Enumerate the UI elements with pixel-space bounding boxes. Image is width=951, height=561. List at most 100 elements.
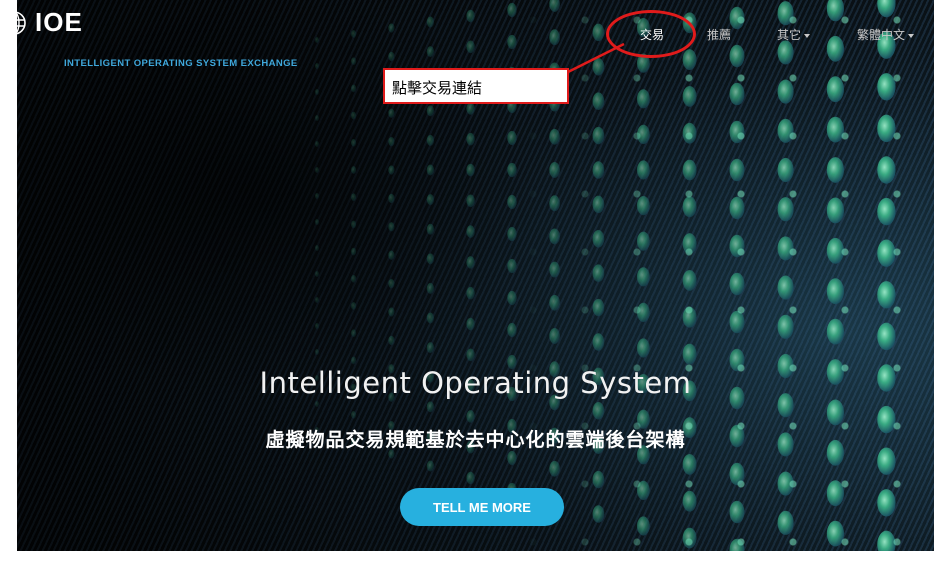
background-dot xyxy=(592,126,605,145)
background-dot xyxy=(877,489,896,517)
background-dot xyxy=(637,516,650,536)
background-dot xyxy=(351,84,357,93)
background-dot xyxy=(315,141,319,147)
background-dot xyxy=(315,63,319,69)
background-dot xyxy=(315,271,319,277)
background-dot xyxy=(777,236,794,261)
background-dot xyxy=(777,275,794,300)
background-dot xyxy=(351,302,357,310)
background-dot xyxy=(592,195,605,214)
background-dot xyxy=(777,471,794,496)
background-dot xyxy=(682,490,697,512)
background-dot xyxy=(877,530,896,551)
background-dot xyxy=(637,89,650,109)
background-dot xyxy=(426,253,435,265)
background-dot xyxy=(426,401,435,413)
background-dot xyxy=(729,196,745,220)
background-dot xyxy=(507,450,517,466)
background-dot xyxy=(466,410,475,423)
background-dot xyxy=(388,278,395,289)
background-dot xyxy=(426,342,435,354)
background-dot xyxy=(549,162,560,178)
background-dot xyxy=(388,193,395,204)
caret-down-icon xyxy=(804,33,811,38)
background-dot xyxy=(351,220,357,229)
background-dot xyxy=(315,297,319,303)
background-dot xyxy=(351,111,357,120)
nav-language-dropdown[interactable]: 繁體中文 xyxy=(857,26,915,43)
background-dot xyxy=(549,460,560,477)
background-dot xyxy=(507,290,517,306)
background-dot xyxy=(592,298,605,317)
background-dot xyxy=(507,162,517,178)
background-dot xyxy=(351,166,357,174)
background-dot xyxy=(388,307,395,317)
background-dot xyxy=(466,471,475,485)
background-dot xyxy=(388,136,395,147)
background-dot xyxy=(426,194,435,206)
background-dot xyxy=(877,239,896,267)
nav-recommend-link[interactable]: 推薦 xyxy=(707,26,731,43)
background-dot xyxy=(826,116,845,143)
background-dot xyxy=(426,460,435,472)
background-dot xyxy=(426,282,435,294)
background-dot xyxy=(826,76,845,103)
background-dot xyxy=(682,233,697,255)
nav-other-dropdown[interactable]: 其它 xyxy=(777,26,811,43)
background-dot xyxy=(507,322,517,338)
background-dot xyxy=(426,105,435,117)
background-dot xyxy=(826,0,844,22)
nav-language-label: 繁體中文 xyxy=(857,28,906,42)
background-dot xyxy=(777,118,794,143)
background-dot xyxy=(549,328,560,344)
background-dot xyxy=(315,401,319,407)
background-dot xyxy=(729,538,745,551)
tell-me-more-button[interactable]: TELL ME MORE xyxy=(400,488,564,526)
background-dot xyxy=(682,122,697,144)
background-dot xyxy=(315,167,319,173)
background-dot xyxy=(351,247,357,256)
background-dot xyxy=(351,356,357,365)
background-dot xyxy=(351,138,357,147)
background-dot xyxy=(729,82,745,106)
background-dot xyxy=(351,329,357,338)
background-dot xyxy=(426,134,435,146)
background-dot xyxy=(777,510,794,535)
background-dot xyxy=(466,163,475,177)
background-dot xyxy=(826,480,845,507)
background-dot xyxy=(877,73,896,101)
background-dot xyxy=(826,520,845,547)
background-dot xyxy=(592,92,605,110)
background-dot xyxy=(877,0,896,18)
background-dot xyxy=(466,225,475,238)
background-dot xyxy=(682,306,697,328)
background-dot xyxy=(729,44,745,68)
background-dot xyxy=(549,0,560,12)
background-dot xyxy=(777,79,794,104)
background-dot xyxy=(682,527,697,549)
background-dot xyxy=(426,223,435,235)
background-dot xyxy=(507,226,517,242)
background-dot xyxy=(729,272,745,296)
background-dot xyxy=(549,261,560,278)
background-dot xyxy=(682,269,697,291)
background-dot xyxy=(592,230,605,248)
background-dot xyxy=(466,348,475,362)
background-dot xyxy=(351,193,357,202)
background-dot xyxy=(877,156,896,184)
background-dot xyxy=(388,250,395,260)
background-dot xyxy=(592,58,605,76)
background-dot xyxy=(466,9,475,23)
background-dot xyxy=(729,234,745,258)
background-dot xyxy=(682,453,697,475)
background-dot xyxy=(637,338,650,358)
background-dot xyxy=(315,219,319,225)
background-dot xyxy=(592,470,605,489)
background-dot xyxy=(351,274,357,283)
background-dot xyxy=(351,57,357,66)
background-dot xyxy=(682,196,697,218)
background-dot xyxy=(507,258,517,274)
background-dot xyxy=(388,165,395,175)
background-dot xyxy=(507,194,517,210)
background-dot xyxy=(388,222,395,232)
